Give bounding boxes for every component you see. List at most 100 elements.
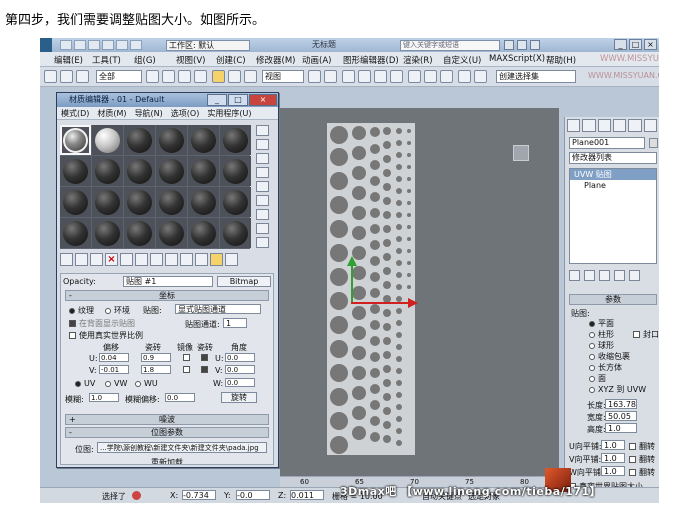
make-preview-icon[interactable]: [256, 195, 269, 206]
radio-cylindrical[interactable]: 柱形: [589, 329, 614, 340]
menu-graph-editors[interactable]: 图形编辑器(D): [343, 54, 399, 66]
sample-slot[interactable]: [156, 125, 187, 155]
reload-button[interactable]: 重新加载: [151, 457, 183, 464]
menu-customize[interactable]: 自定义(U): [443, 54, 481, 66]
align-icon[interactable]: [440, 70, 453, 83]
star-icon[interactable]: [517, 40, 527, 50]
z-coord-field[interactable]: 0.011: [290, 490, 324, 500]
menu-create[interactable]: 创建(C): [216, 54, 246, 66]
radio-planar[interactable]: 平面: [589, 318, 614, 329]
textured-plane[interactable]: [327, 123, 415, 455]
menu-rendering[interactable]: 渲染(R): [403, 54, 433, 66]
maximize-button[interactable]: □: [629, 39, 642, 50]
lock-icon[interactable]: [132, 491, 141, 500]
v-mirror-checkbox[interactable]: [183, 366, 190, 373]
motion-tab-icon[interactable]: [612, 119, 627, 132]
redo-icon[interactable]: [116, 40, 128, 50]
parameters-rollout-header[interactable]: 参数: [569, 294, 657, 305]
menu-utilities[interactable]: 实用程序(U): [207, 109, 251, 118]
vw-radio[interactable]: VW: [105, 379, 127, 388]
assign-to-selection-icon[interactable]: [90, 253, 103, 266]
open-icon[interactable]: [74, 40, 86, 50]
search-icon[interactable]: [504, 40, 514, 50]
named-selection-icon[interactable]: [408, 70, 421, 83]
sample-slot[interactable]: [60, 187, 91, 217]
select-object-icon[interactable]: [146, 70, 159, 83]
stack-item-plane[interactable]: Plane: [570, 180, 656, 191]
radio-shrink-wrap[interactable]: 收缩包裹: [589, 351, 630, 362]
y-axis-gizmo[interactable]: [351, 264, 353, 304]
y-coord-field[interactable]: -0.0: [236, 490, 270, 500]
sample-slot[interactable]: [188, 156, 219, 186]
minimize-button[interactable]: _: [614, 39, 627, 50]
menu-navigation[interactable]: 导航(N): [135, 109, 163, 118]
reference-coord-dropdown[interactable]: 视图: [262, 70, 304, 83]
show-end-result-icon[interactable]: [584, 270, 595, 281]
menu-modifiers[interactable]: 修改器(M): [256, 54, 295, 66]
show-end-result-icon[interactable]: [180, 253, 193, 266]
bitmap-path-button[interactable]: ...学院\源创教程\新建文件夹\新建文件夹\pada.jpg: [97, 442, 267, 453]
sample-slot[interactable]: [124, 218, 155, 248]
w-tile-input[interactable]: 1.0: [601, 466, 625, 476]
percent-snap-icon[interactable]: [374, 70, 387, 83]
sample-slot[interactable]: [124, 125, 155, 155]
curve-editor-icon[interactable]: [474, 70, 487, 83]
viewcube-icon[interactable]: [513, 145, 529, 161]
go-forward-icon[interactable]: [210, 253, 223, 266]
modifier-list-dropdown[interactable]: 修改器列表: [569, 152, 657, 164]
rotate-button[interactable]: 旋转: [221, 392, 257, 403]
environ-radio[interactable]: 环境: [105, 305, 130, 316]
material-id-icon[interactable]: [150, 253, 163, 266]
undo-icon[interactable]: [102, 40, 114, 50]
v-flip-checkbox[interactable]: 翻转: [629, 454, 655, 465]
sample-slot[interactable]: [220, 156, 251, 186]
scale-icon[interactable]: [244, 70, 257, 83]
u-tile-input[interactable]: 1.0: [601, 440, 625, 450]
sample-slot[interactable]: [124, 156, 155, 186]
sample-slot[interactable]: [60, 218, 91, 248]
real-world-checkbox[interactable]: 使用真实世界比例: [69, 330, 143, 341]
snap-icon[interactable]: [342, 70, 355, 83]
workspace-dropdown[interactable]: 工作区: 默认: [166, 40, 250, 51]
sample-slot[interactable]: [220, 187, 251, 217]
coordinates-rollout-header[interactable]: - 坐标: [65, 290, 269, 301]
save-icon[interactable]: [88, 40, 100, 50]
sample-slot[interactable]: [124, 187, 155, 217]
make-unique-icon[interactable]: [599, 270, 610, 281]
width-input[interactable]: 50.05: [605, 411, 637, 421]
material-editor-titlebar[interactable]: 材质编辑器 - 01 - Default _ □ ×: [57, 93, 278, 107]
sample-slot[interactable]: [92, 187, 123, 217]
uv-radio[interactable]: UV: [75, 379, 95, 388]
move-icon[interactable]: [212, 70, 225, 83]
map-name-field[interactable]: 贴图 #1: [123, 276, 213, 287]
angle-snap-icon[interactable]: [358, 70, 371, 83]
display-tab-icon[interactable]: [628, 119, 642, 132]
app-logo-icon[interactable]: [40, 38, 52, 52]
mirror-icon[interactable]: [424, 70, 437, 83]
bind-space-warp-icon[interactable]: [76, 70, 89, 83]
stack-item-uvw-map[interactable]: UVW 贴图: [570, 169, 656, 180]
sample-slot[interactable]: [188, 218, 219, 248]
selection-set-dropdown[interactable]: 创建选择集: [496, 70, 576, 83]
rect-region-icon[interactable]: [178, 70, 191, 83]
close-button[interactable]: ×: [644, 39, 657, 50]
menu-modes[interactable]: 模式(D): [61, 109, 89, 118]
cap-checkbox[interactable]: 封口: [633, 329, 659, 340]
menu-material[interactable]: 材质(M): [97, 109, 126, 118]
menu-animation[interactable]: 动画(A): [302, 54, 331, 66]
sample-slot[interactable]: [60, 156, 91, 186]
configure-sets-icon[interactable]: [629, 270, 640, 281]
sample-slot[interactable]: [156, 218, 187, 248]
sample-slot[interactable]: [188, 125, 219, 155]
selection-filter-dropdown[interactable]: 全部: [96, 70, 142, 83]
u-flip-checkbox[interactable]: 翻转: [629, 441, 655, 452]
show-back-checkbox[interactable]: 在背面显示贴图: [69, 318, 135, 329]
pin-stack-icon[interactable]: [569, 270, 580, 281]
pivot-icon[interactable]: [308, 70, 321, 83]
sample-slot[interactable]: [156, 187, 187, 217]
sample-slot[interactable]: [92, 218, 123, 248]
go-to-parent-icon[interactable]: [195, 253, 208, 266]
unlink-icon[interactable]: [60, 70, 73, 83]
u-angle-input[interactable]: 0.0: [225, 353, 255, 362]
menu-edit[interactable]: 编辑(E): [54, 54, 83, 66]
